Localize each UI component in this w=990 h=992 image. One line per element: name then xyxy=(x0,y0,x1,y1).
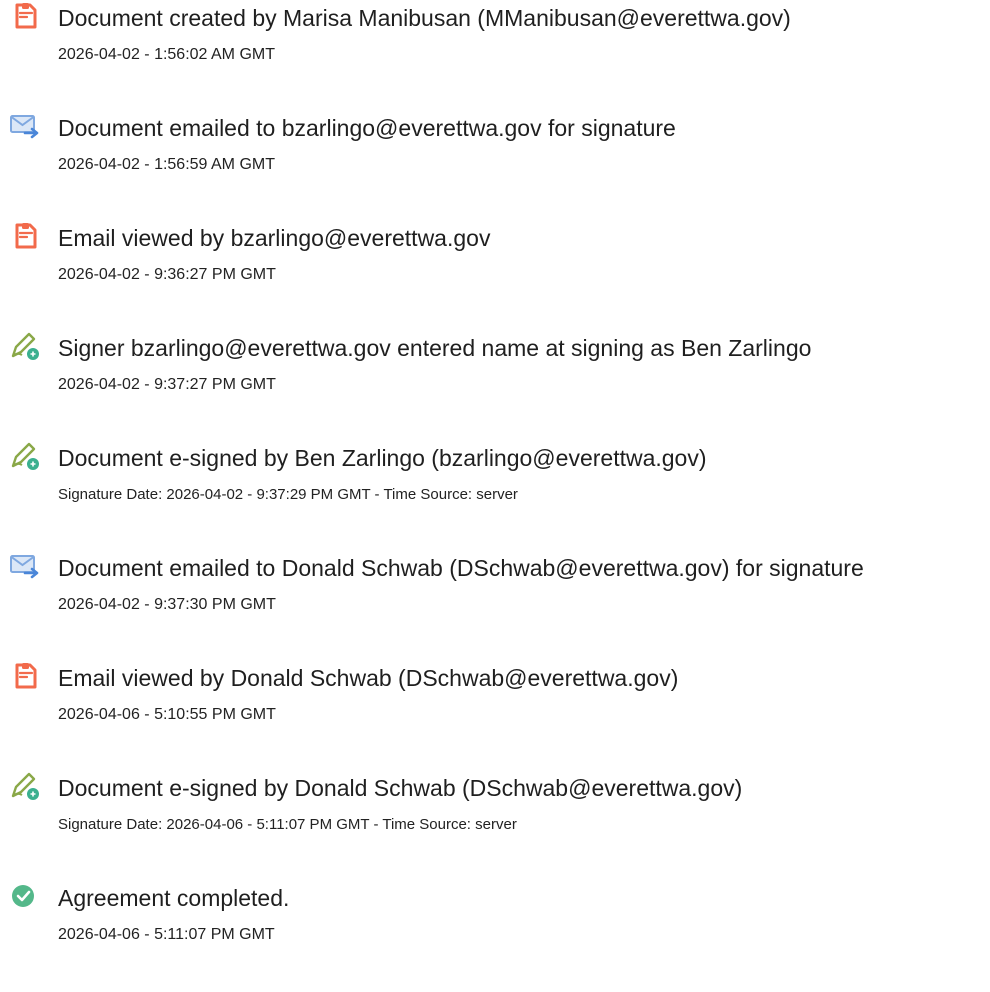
audit-event: Signer bzarlingo@everettwa.gov entered n… xyxy=(0,330,990,410)
audit-event: Document e-signed by Ben Zarlingo (bzarl… xyxy=(0,440,990,520)
pen-sign-icon xyxy=(10,331,40,361)
event-title: Email viewed by Donald Schwab (DSchwab@e… xyxy=(58,665,679,691)
pen-sign-icon xyxy=(10,441,40,471)
event-timestamp: 2026-04-02 - 9:36:27 PM GMT xyxy=(58,266,276,283)
email-send-icon xyxy=(10,111,40,141)
event-title: Document created by Marisa Manibusan (MM… xyxy=(58,5,791,31)
document-icon xyxy=(10,1,40,31)
check-circle-icon xyxy=(10,881,40,911)
audit-event: Document emailed to bzarlingo@everettwa.… xyxy=(0,110,990,190)
event-title: Document e-signed by Donald Schwab (DSch… xyxy=(58,775,743,801)
event-title: Email viewed by bzarlingo@everettwa.gov xyxy=(58,225,491,251)
document-icon xyxy=(10,661,40,691)
email-send-icon xyxy=(10,551,40,581)
event-title: Agreement completed. xyxy=(58,885,290,911)
audit-event: Email viewed by bzarlingo@everettwa.gov … xyxy=(0,220,990,300)
audit-event: Document emailed to Donald Schwab (DSchw… xyxy=(0,550,990,630)
audit-event: Document created by Marisa Manibusan (MM… xyxy=(0,0,990,80)
event-timestamp: 2026-04-02 - 1:56:59 AM GMT xyxy=(58,156,275,173)
audit-event: Agreement completed. 2026-04-06 - 5:11:0… xyxy=(0,880,990,960)
event-timestamp: 2026-04-02 - 9:37:30 PM GMT xyxy=(58,596,276,613)
event-timestamp: 2026-04-02 - 1:56:02 AM GMT xyxy=(58,46,275,63)
event-title: Document emailed to bzarlingo@everettwa.… xyxy=(58,115,676,141)
audit-event: Document e-signed by Donald Schwab (DSch… xyxy=(0,770,990,850)
event-timestamp: 2026-04-06 - 5:10:55 PM GMT xyxy=(58,706,276,723)
event-title: Document e-signed by Ben Zarlingo (bzarl… xyxy=(58,445,707,471)
pen-sign-icon xyxy=(10,771,40,801)
event-timestamp: 2026-04-02 - 9:37:27 PM GMT xyxy=(58,376,276,393)
event-title: Document emailed to Donald Schwab (DSchw… xyxy=(58,555,864,581)
event-timestamp: 2026-04-06 - 5:11:07 PM GMT xyxy=(58,926,275,943)
audit-event: Email viewed by Donald Schwab (DSchwab@e… xyxy=(0,660,990,740)
document-icon xyxy=(10,221,40,251)
event-title: Signer bzarlingo@everettwa.gov entered n… xyxy=(58,335,812,361)
event-signature-detail: Signature Date: 2026-04-02 - 9:37:29 PM … xyxy=(58,486,518,503)
event-signature-detail: Signature Date: 2026-04-06 - 5:11:07 PM … xyxy=(58,816,517,833)
